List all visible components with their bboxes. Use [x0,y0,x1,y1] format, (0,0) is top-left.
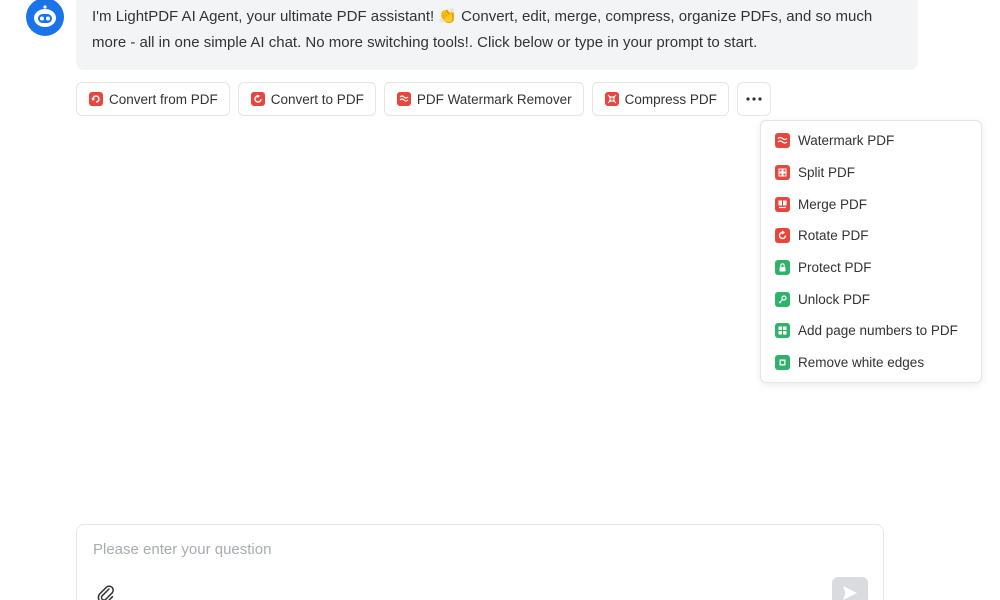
lock-icon [775,260,790,276]
convert-to-pdf-icon [250,92,265,106]
convert-from-pdf-button[interactable]: Convert from PDF [76,82,230,116]
menu-item-label: Split PDF [798,165,856,181]
attach-button[interactable] [95,583,117,600]
menu-item-rotate-pdf[interactable]: Rotate PDF [761,220,981,252]
more-dots-icon [746,97,762,101]
merge-icon [775,196,790,212]
menu-item-add-page-numbers[interactable]: Add page numbers to PDF [761,315,981,347]
compress-pdf-icon [604,92,619,106]
chip-label: Compress PDF [624,91,717,107]
watermark-remover-icon [396,92,411,106]
more-options-button[interactable] [736,82,771,116]
paperclip-icon [97,585,114,600]
chip-label: Convert from PDF [109,91,218,107]
menu-item-label: Protect PDF [798,260,872,276]
chip-label: Convert to PDF [270,91,364,107]
bot-message-text: I'm LightPDF AI Agent, your ultimate PDF… [92,8,873,51]
convert-from-pdf-icon [89,92,103,106]
convert-to-pdf-button[interactable]: Convert to PDF [237,82,376,116]
rotate-icon [775,228,790,244]
page-numbers-icon [775,323,790,339]
bot-avatar [26,0,64,36]
menu-item-unlock-pdf[interactable]: Unlock PDF [761,283,981,315]
compress-pdf-button[interactable]: Compress PDF [591,82,729,116]
watermark-icon [775,133,790,149]
pdf-watermark-remover-button[interactable]: PDF Watermark Remover [383,82,584,116]
crop-icon [775,355,790,371]
split-icon [775,165,790,181]
send-icon [843,586,857,600]
robot-icon [34,5,56,27]
unlock-icon [775,291,790,307]
menu-item-watermark-pdf[interactable]: Watermark PDF [761,125,981,157]
quick-actions: Convert from PDF Convert to PDF PDF Wate… [76,82,771,116]
more-options-menu: Watermark PDF Split PDF Merge PDF Rotate… [760,120,982,383]
send-button[interactable] [832,577,868,600]
chip-label: PDF Watermark Remover [416,91,572,107]
menu-item-label: Unlock PDF [798,291,871,307]
menu-item-merge-pdf[interactable]: Merge PDF [761,188,981,220]
bot-message: I'm LightPDF AI Agent, your ultimate PDF… [76,0,918,70]
question-input[interactable] [93,541,793,558]
menu-item-label: Watermark PDF [798,133,895,149]
menu-item-protect-pdf[interactable]: Protect PDF [761,252,981,284]
menu-item-label: Remove white edges [798,355,925,371]
menu-item-label: Merge PDF [798,196,868,212]
menu-item-split-pdf[interactable]: Split PDF [761,157,981,189]
menu-item-remove-white-edges[interactable]: Remove white edges [761,347,981,379]
chat-input-box [76,524,884,600]
menu-item-label: Rotate PDF [798,228,869,244]
menu-item-label: Add page numbers to PDF [798,323,958,339]
